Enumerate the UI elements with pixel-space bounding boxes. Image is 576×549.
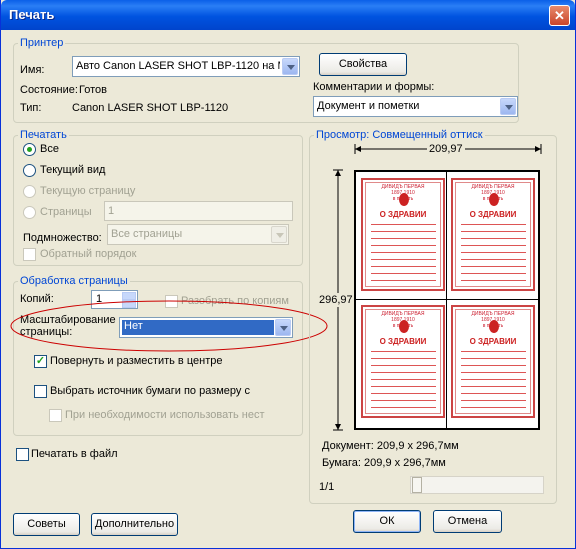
pdf-page-size-label[interactable]: При необходимости использовать нест: [65, 409, 265, 421]
checkmark-icon: ✓: [35, 355, 46, 367]
emblem-icon: [399, 320, 409, 333]
advanced-button[interactable]: Дополнительно: [91, 513, 178, 536]
printer-name-select[interactable]: Авто Canon LASER SHOT LBP-1120 на MS1: [72, 56, 300, 77]
preview-thumbnail: ДИВИДЪ ПЕРВАЯ1897 1910в память О ЗДРАВИИ: [451, 305, 535, 418]
auto-rotate-checkbox[interactable]: ✓: [34, 355, 47, 368]
annotation-ellipse: [10, 300, 328, 352]
thumbnail-title: О ЗДРАВИИ: [379, 337, 427, 346]
pages-input-value: 1: [108, 205, 115, 217]
radio-pages[interactable]: [23, 206, 36, 219]
reverse-order-checkbox[interactable]: [23, 248, 36, 261]
preview-height-label: 296,97: [319, 293, 353, 307]
printer-type-label: Тип:: [20, 102, 42, 114]
subset-value: Все страницы: [111, 228, 183, 240]
reverse-order-label[interactable]: Обратный порядок: [40, 248, 136, 260]
preview-divider-h: [356, 299, 538, 300]
chevron-down-icon[interactable]: [271, 226, 287, 243]
emblem-icon: [489, 320, 499, 333]
radio-all-label[interactable]: Все: [40, 143, 59, 155]
subset-select[interactable]: Все страницы: [107, 224, 289, 245]
subset-label: Подмножество:: [23, 232, 102, 244]
chevron-down-icon[interactable]: [282, 58, 298, 75]
close-icon: ✕: [554, 8, 565, 23]
cancel-button[interactable]: Отмена: [433, 510, 502, 533]
radio-current-page-label[interactable]: Текущую страницу: [40, 185, 135, 197]
comments-forms-label: Комментарии и формы:: [313, 81, 435, 93]
title-bar[interactable]: Печать ✕: [1, 0, 575, 30]
slider-thumb[interactable]: [412, 477, 422, 493]
preview-thumbnail: ДИВИДЪ ПЕРВАЯ1897 1910в память О ЗДРАВИИ: [451, 178, 535, 291]
pdf-page-size-checkbox[interactable]: [49, 409, 62, 422]
comments-forms-select[interactable]: Документ и пометки: [313, 96, 518, 117]
page-indicator: 1/1: [319, 481, 335, 493]
preview-width-label: 209,97: [427, 143, 465, 155]
preview-divider-v: [446, 172, 447, 428]
pages-input[interactable]: 1: [104, 201, 293, 221]
print-to-file-label[interactable]: Печатать в файл: [31, 448, 118, 460]
paper-source-label[interactable]: Выбрать источник бумаги по размеру с: [50, 385, 250, 397]
comments-forms-value: Документ и пометки: [317, 100, 420, 112]
auto-rotate-label[interactable]: Повернуть и разместить в центре: [50, 355, 222, 367]
print-dialog: Печать ✕ Принтер Имя: Авто Canon LASER S…: [0, 0, 576, 549]
window-title: Печать: [9, 7, 55, 22]
radio-current-view[interactable]: [23, 164, 36, 177]
tips-button[interactable]: Советы: [13, 513, 80, 536]
printer-name-label: Имя:: [20, 64, 45, 76]
ok-button[interactable]: ОК: [353, 510, 421, 533]
page-handling-legend: Обработка страницы: [20, 275, 128, 287]
properties-button[interactable]: Свойства: [319, 53, 407, 76]
radio-all[interactable]: [23, 143, 36, 156]
printer-type-value: Canon LASER SHOT LBP-1120: [72, 102, 229, 114]
document-size-text: Документ: 209,9 x 296,7мм: [322, 440, 459, 452]
print-range-legend: Печатать: [20, 129, 67, 141]
printer-name-value: Авто Canon LASER SHOT LBP-1120 на MS1: [76, 60, 280, 72]
print-to-file-checkbox[interactable]: [16, 448, 29, 461]
thumbnail-title: О ЗДРАВИИ: [469, 337, 517, 346]
preview-thumbnail: ДИВИДЪ ПЕРВАЯ1897 1910в память О ЗДРАВИИ: [361, 178, 445, 291]
printer-legend: Принтер: [20, 37, 64, 49]
emblem-icon: [399, 193, 409, 206]
radio-current-page[interactable]: [23, 185, 36, 198]
emblem-icon: [489, 193, 499, 206]
preview-legend: Просмотр: Совмещенный оттиск: [316, 129, 483, 141]
close-button[interactable]: ✕: [549, 5, 570, 26]
thumbnail-title: О ЗДРАВИИ: [379, 210, 427, 219]
paper-size-text: Бумага: 209,9 x 296,7мм: [322, 457, 446, 469]
preview-thumbnail: ДИВИДЪ ПЕРВАЯ1897 1910в память О ЗДРАВИИ: [361, 305, 445, 418]
printer-status-label: Состояние:: [20, 84, 78, 96]
page-slider[interactable]: [410, 476, 544, 494]
paper-source-checkbox[interactable]: [34, 385, 47, 398]
radio-pages-label[interactable]: Страницы: [40, 206, 92, 218]
radio-current-view-label[interactable]: Текущий вид: [40, 164, 105, 176]
printer-status-value: Готов: [79, 84, 107, 96]
preview-page: ДИВИДЪ ПЕРВАЯ1897 1910в память О ЗДРАВИИ…: [354, 170, 540, 430]
thumbnail-title: О ЗДРАВИИ: [469, 210, 517, 219]
chevron-down-icon[interactable]: [500, 98, 516, 115]
